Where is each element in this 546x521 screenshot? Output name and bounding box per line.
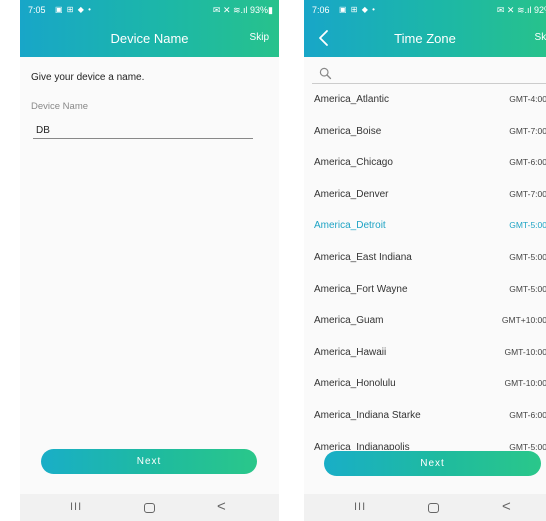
- timezone-offset: GMT-4:00: [509, 94, 546, 104]
- status-bar: 7:06 ▣ ⊞ ◆ • ✉ ✕ ≋.ıl 92%: [312, 4, 546, 18]
- status-notification-icons: ▣ ⊞ ◆ •: [339, 5, 376, 14]
- app-header: 7:05 ▣ ⊞ ◆ • ✉ ✕ ≋.ıl 93%▮ Device Name S…: [20, 0, 279, 57]
- timezone-offset: GMT-7:00: [509, 188, 546, 199]
- timezone-row[interactable]: America_Honolulu GMT-10:00: [304, 368, 546, 400]
- skip-button[interactable]: Skip: [250, 32, 269, 43]
- status-battery: ✉ ✕ ≋.ıl 93%▮: [212, 5, 273, 15]
- search-icon: [319, 67, 332, 80]
- timezone-offset: GMT-6:00: [509, 409, 546, 420]
- timezone-row[interactable]: America_Fort Wayne GMT-5:00: [304, 274, 546, 306]
- timezone-name: America_Indianapolis: [314, 441, 410, 450]
- timezone-row[interactable]: America_Indiana Starke GMT-6:00: [304, 400, 546, 432]
- timezone-row[interactable]: America_Guam GMT+10:00: [304, 305, 546, 337]
- device-name-input[interactable]: [33, 122, 253, 139]
- status-battery: ✉ ✕ ≋.ıl 92%: [496, 5, 546, 15]
- page-title: Time Zone: [394, 31, 456, 46]
- timezone-offset: GMT-5:00: [509, 283, 546, 294]
- timezone-row[interactable]: America_Detroit GMT-5:00: [304, 210, 546, 242]
- timezone-offset: GMT-10:00: [504, 346, 546, 357]
- timezone-name: America_Guam: [314, 315, 384, 327]
- back-nav-button[interactable]: <: [502, 498, 511, 515]
- next-button[interactable]: Next: [324, 451, 541, 476]
- timezone-row[interactable]: America_East Indiana GMT-5:00: [304, 242, 546, 274]
- timezone-name: America_Hawaii: [314, 346, 387, 358]
- back-nav-button[interactable]: <: [217, 498, 226, 515]
- timezone-row[interactable]: America_Chicago GMT-6:00: [304, 147, 546, 179]
- home-icon[interactable]: [428, 503, 439, 513]
- device-name-screen: 7:05 ▣ ⊞ ◆ • ✉ ✕ ≋.ıl 93%▮ Device Name S…: [20, 0, 279, 521]
- timezone-name: America_Detroit: [314, 220, 386, 232]
- app-header: 7:06 ▣ ⊞ ◆ • ✉ ✕ ≋.ıl 92% Time Zone Skip: [304, 0, 546, 57]
- timezone-name: America_Fort Wayne: [314, 283, 408, 295]
- status-time: 7:06: [312, 5, 330, 15]
- timezone-offset: GMT-10:00: [504, 378, 546, 389]
- timezone-row[interactable]: America_Hawaii GMT-10:00: [304, 337, 546, 369]
- device-name-label: Device Name: [31, 101, 89, 112]
- status-bar: 7:05 ▣ ⊞ ◆ • ✉ ✕ ≋.ıl 93%▮: [28, 4, 273, 18]
- timezone-offset: GMT-5:00: [509, 251, 546, 262]
- timezone-name: America_East Indiana: [314, 251, 412, 263]
- system-nav-bar: III <: [20, 494, 279, 521]
- timezone-name: America_Indiana Starke: [314, 409, 421, 421]
- status-notification-icons: ▣ ⊞ ◆ •: [55, 5, 92, 14]
- timezone-name: America_Boise: [314, 125, 382, 137]
- timezone-name: America_Atlantic: [314, 94, 390, 105]
- timezone-offset: GMT+10:00: [501, 315, 546, 326]
- skip-button[interactable]: Skip: [535, 32, 546, 43]
- home-icon[interactable]: [144, 503, 155, 513]
- search-bar[interactable]: [312, 64, 546, 84]
- time-zone-screen: 7:06 ▣ ⊞ ◆ • ✉ ✕ ≋.ıl 92% Time Zone Skip…: [304, 0, 546, 521]
- timezone-row[interactable]: America_Boise GMT-7:00: [304, 116, 546, 148]
- recents-button[interactable]: III: [354, 501, 366, 513]
- timezone-row[interactable]: America_Atlantic GMT-4:00: [304, 84, 546, 116]
- timezone-name: America_Denver: [314, 188, 389, 200]
- timezone-offset: GMT-5:00: [509, 220, 546, 231]
- status-time: 7:05: [28, 5, 46, 15]
- timezone-list[interactable]: America_Atlantic GMT-4:00 America_Boise GMT…: [304, 84, 546, 450]
- timezone-name: America_Chicago: [314, 157, 393, 169]
- next-button[interactable]: Next: [41, 449, 257, 474]
- page-title: Device Name: [110, 31, 189, 46]
- timezone-offset: GMT-7:00: [509, 125, 546, 136]
- name-prompt: Give your device a name.: [31, 72, 145, 83]
- timezone-row[interactable]: America_Denver GMT-7:00: [304, 179, 546, 211]
- recents-button[interactable]: III: [70, 501, 82, 513]
- timezone-name: America_Honolulu: [314, 378, 396, 390]
- timezone-offset: GMT-6:00: [509, 157, 546, 168]
- timezone-row[interactable]: America_Indianapolis GMT-5:00: [304, 432, 546, 450]
- timezone-offset: GMT-5:00: [509, 441, 546, 450]
- system-nav-bar: III <: [304, 494, 546, 521]
